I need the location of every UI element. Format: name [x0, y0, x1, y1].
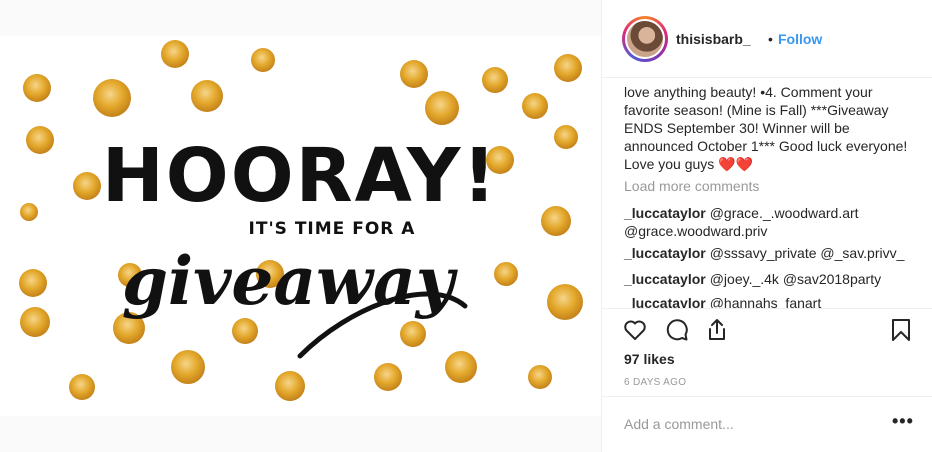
header-separator: • — [768, 31, 773, 47]
subline-text: IT'S TIME FOR A — [249, 219, 416, 239]
headline-text: HOORAY! — [102, 133, 498, 219]
load-more-comments-link[interactable]: Load more comments — [624, 178, 759, 194]
script-word-text: giveaway — [122, 242, 459, 320]
divider — [602, 396, 932, 397]
comment-text: @sssavy_private @_sav.privv_ — [709, 245, 905, 261]
comment-text: @hannahs_fanart — [709, 295, 822, 308]
comment-item: _luccataylor @sssavy_private @_sav.privv_ — [624, 244, 914, 262]
avatar-photo — [625, 19, 665, 59]
add-comment-input[interactable] — [624, 414, 874, 434]
likes-count[interactable]: 97 likes — [624, 351, 675, 367]
comment-item: _luccataylor @grace._.woodward.art @grace… — [624, 204, 914, 240]
comment-username[interactable]: _luccataylor — [624, 295, 706, 308]
comment-username[interactable]: _luccataylor — [624, 205, 706, 221]
share-icon[interactable] — [704, 317, 730, 343]
comment-username[interactable]: _luccataylor — [624, 271, 706, 287]
comment-text: @joey._.4k @sav2018party — [709, 271, 882, 287]
comment-item: _luccataylor @hannahs_fanart — [624, 294, 914, 308]
avatar[interactable] — [622, 16, 668, 62]
more-options-icon[interactable]: ••• — [892, 411, 914, 432]
caption-text: love anything beauty! •4. Comment your f… — [624, 84, 908, 172]
post-header: thisisbarb_ • Follow — [602, 0, 932, 78]
username-link[interactable]: thisisbarb_ — [676, 31, 751, 47]
action-bar — [622, 317, 914, 345]
comment-icon[interactable] — [664, 317, 690, 343]
follow-button[interactable]: Follow — [778, 31, 822, 47]
giveaway-graphic: HOORAY! IT'S TIME FOR A giveaway — [19, 40, 583, 401]
post: HOORAY! IT'S TIME FOR A giveaway thisisb… — [0, 0, 932, 452]
post-image[interactable]: HOORAY! IT'S TIME FOR A giveaway — [0, 36, 601, 416]
heart-icon[interactable] — [622, 317, 648, 343]
post-timestamp[interactable]: 6 DAYS AGO — [624, 377, 686, 388]
comment-item: _luccataylor @joey._.4k @sav2018party — [624, 270, 914, 288]
comment-username[interactable]: _luccataylor — [624, 245, 706, 261]
divider — [602, 308, 932, 309]
bookmark-icon[interactable] — [888, 317, 914, 343]
post-sidebar: thisisbarb_ • Follow love anything beaut… — [601, 0, 932, 452]
